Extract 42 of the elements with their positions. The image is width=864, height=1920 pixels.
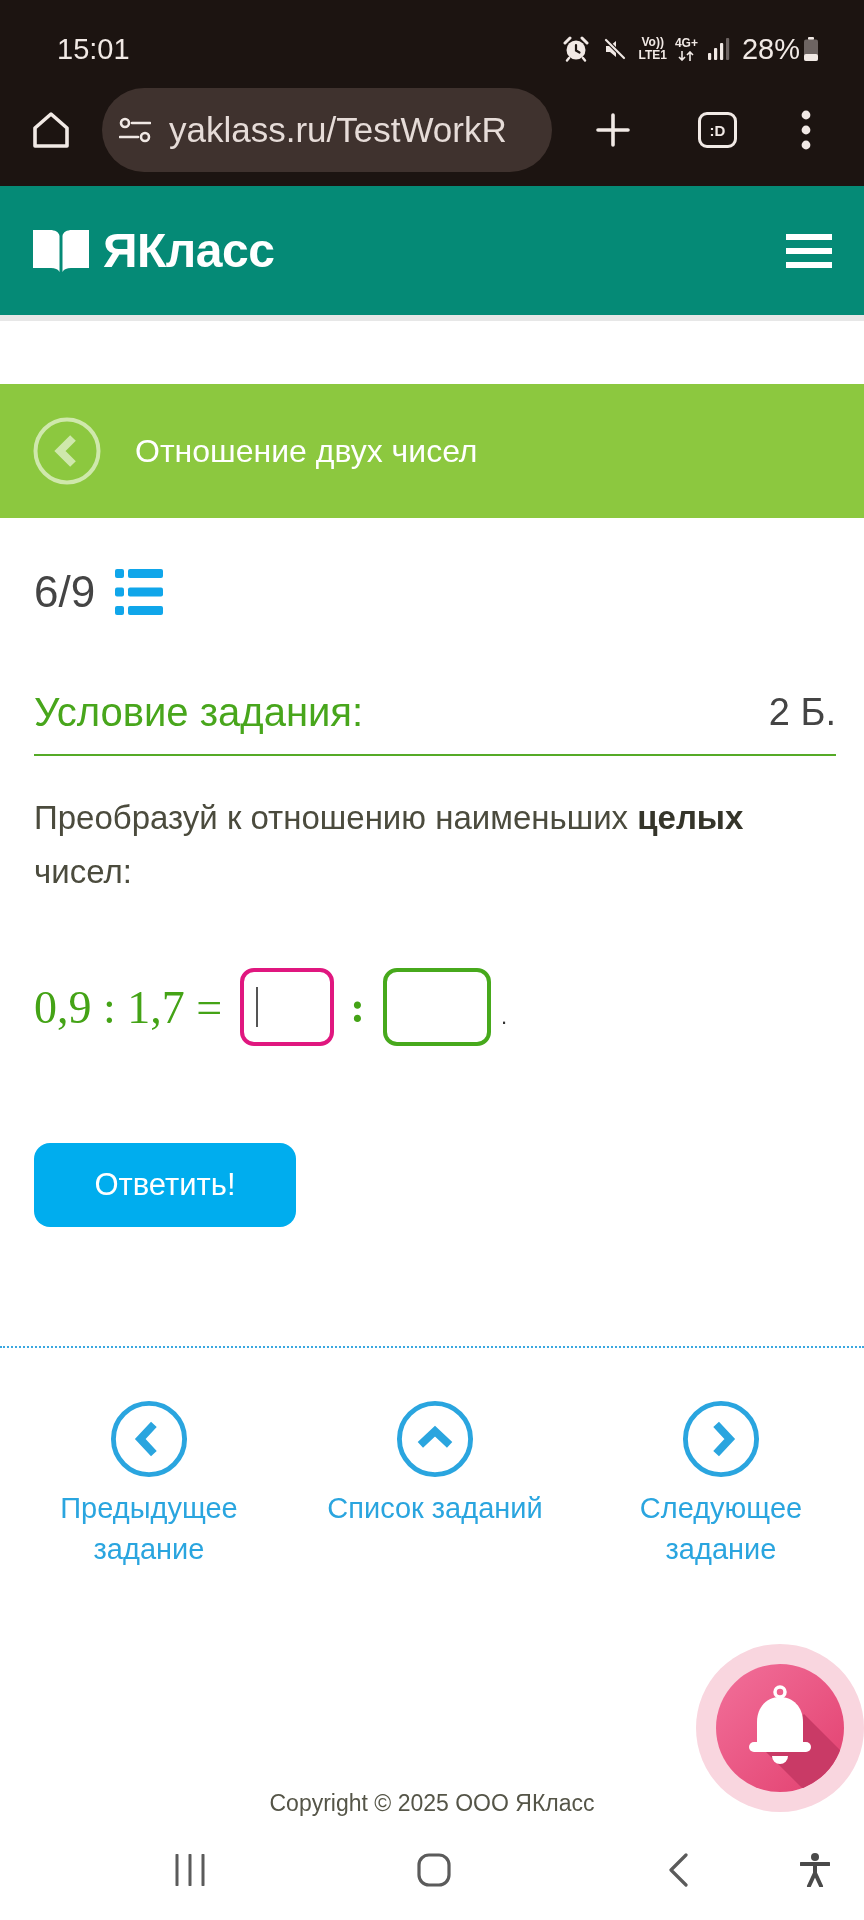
- battery-icon: [804, 37, 818, 61]
- task-nav-link[interactable]: Следующее задание: [603, 1400, 839, 1570]
- address-bar[interactable]: yaklass.ru/TestWorkR: [102, 88, 552, 172]
- submit-button[interactable]: Ответить!: [34, 1143, 296, 1227]
- text-cursor: [256, 987, 259, 1027]
- section-heading: Условие задания:: [34, 689, 364, 736]
- answer-field[interactable]: [240, 968, 335, 1046]
- equation-text: 0,9 : 1,7 =: [34, 980, 223, 1034]
- mute-icon: [603, 37, 628, 61]
- chevron-left-icon: [110, 1400, 188, 1478]
- ratio-sign: :: [350, 981, 365, 1033]
- copyright-text: Copyright © 2025 ООО ЯКласс: [269, 1789, 595, 1818]
- home-icon[interactable]: [417, 1853, 451, 1887]
- status-time: 15:01: [57, 32, 130, 66]
- bell-icon: [716, 1664, 844, 1792]
- data-arrows-icon: [678, 51, 695, 61]
- recent-apps-icon[interactable]: [174, 1854, 206, 1886]
- chevron-up-icon: [396, 1400, 474, 1478]
- network-label: LTE1: [638, 49, 667, 62]
- task-instruction: Преобразуй к отношению наименьших целых чисел:: [34, 798, 745, 892]
- points-label: 2 Б.: [768, 690, 836, 735]
- site-settings-icon[interactable]: [119, 117, 151, 143]
- menu-icon[interactable]: [801, 110, 811, 150]
- answer-field[interactable]: [382, 968, 491, 1046]
- network-label: Vo)): [641, 36, 664, 49]
- task-counter: 6/9: [34, 567, 96, 617]
- logo-text[interactable]: ЯКласс: [103, 223, 275, 278]
- signal-icon: [707, 38, 730, 60]
- chevron-right-icon: [682, 1400, 760, 1478]
- book-icon: [33, 229, 89, 272]
- battery-percent: 28%: [741, 32, 800, 66]
- task-nav-link[interactable]: Список заданий: [327, 1400, 543, 1529]
- period-mark: .: [500, 1004, 507, 1030]
- tab-switcher-button[interactable]: :D: [698, 112, 737, 148]
- new-tab-icon[interactable]: [596, 113, 630, 147]
- alarm-icon: [563, 36, 590, 62]
- back-icon[interactable]: [668, 1853, 688, 1887]
- task-nav-link[interactable]: Предыдущее задание: [31, 1400, 267, 1570]
- topic-title: Отношение двух чисел: [135, 432, 478, 470]
- accessibility-icon[interactable]: [800, 1853, 830, 1887]
- network-label: 4G+: [674, 37, 698, 50]
- list-icon[interactable]: [115, 569, 164, 615]
